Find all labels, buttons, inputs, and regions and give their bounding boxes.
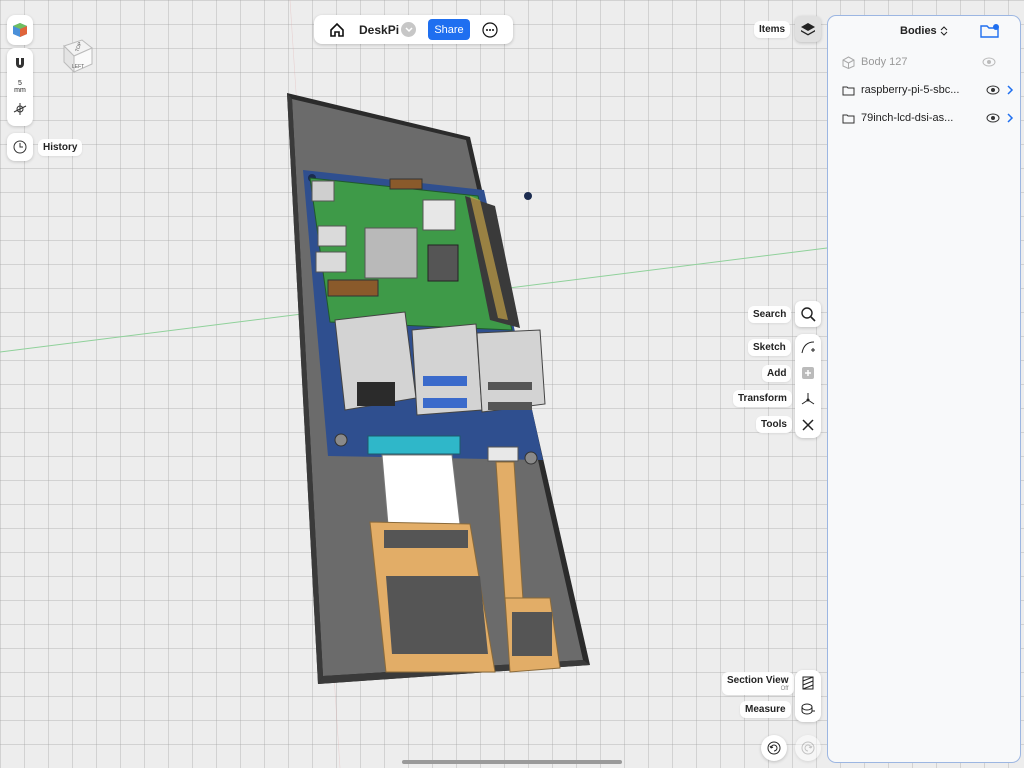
items-label[interactable]: Items xyxy=(754,21,791,38)
document-toolbar: DeskPi Share xyxy=(314,15,513,44)
history-clock-icon[interactable] xyxy=(7,134,33,160)
magnet-icon[interactable] xyxy=(7,50,33,76)
search-button[interactable] xyxy=(795,301,821,327)
origin-icon[interactable] xyxy=(7,96,33,122)
redo-icon xyxy=(801,741,815,755)
ribbon-cable xyxy=(381,454,461,526)
body-row-body-127[interactable]: Body 127 xyxy=(842,52,1014,72)
raspberry-pi-board[interactable] xyxy=(309,177,520,331)
sort-chevron-icon xyxy=(940,26,948,36)
redo-button[interactable] xyxy=(795,735,821,761)
share-button[interactable]: Share xyxy=(428,19,470,40)
undo-icon xyxy=(767,741,781,755)
home-indicator[interactable] xyxy=(402,760,622,764)
app-menu-group xyxy=(7,15,33,45)
visibility-eye-icon[interactable] xyxy=(986,113,1000,123)
app-cube-icon[interactable] xyxy=(7,17,33,43)
dsi-connector xyxy=(367,435,461,455)
sketch-curve-icon[interactable] xyxy=(795,334,821,360)
items-layers-button[interactable] xyxy=(795,16,821,42)
unit-value[interactable]: 5 xyxy=(7,80,33,87)
folder-row-label: raspberry-pi-5-sbc... xyxy=(861,84,960,96)
history-label[interactable]: History xyxy=(38,139,83,156)
visibility-hidden-icon[interactable] xyxy=(982,57,996,67)
transform-label[interactable]: Transform xyxy=(733,390,792,407)
section-view-state: Off xyxy=(780,686,789,692)
section-view-label[interactable]: Section View Off xyxy=(722,672,794,695)
body-row-label: Body 127 xyxy=(861,56,908,68)
visibility-eye-icon[interactable] xyxy=(986,85,1000,95)
section-view-title: Section View xyxy=(727,675,789,686)
usb-port-left[interactable] xyxy=(411,323,483,416)
folder-icon xyxy=(842,86,855,95)
bodies-title[interactable]: Bodies xyxy=(900,25,948,37)
tools-label[interactable]: Tools xyxy=(756,416,792,433)
measure-tape-icon[interactable] xyxy=(795,696,821,722)
bodies-panel: Bodies Body 127 raspberry-pi-5-sbc... 79… xyxy=(827,15,1021,763)
undo-button[interactable] xyxy=(761,735,787,761)
view-cube[interactable]: TOP LEFT xyxy=(60,38,96,76)
section-view-icon[interactable] xyxy=(795,670,821,696)
usb-port-right[interactable] xyxy=(476,329,546,413)
new-folder-icon[interactable] xyxy=(980,23,1000,44)
snap-group: 5 mm xyxy=(7,48,33,126)
bodies-title-text: Bodies xyxy=(900,25,937,37)
more-options-icon[interactable] xyxy=(477,17,503,43)
add-plus-icon[interactable] xyxy=(795,360,821,386)
chevron-right-icon[interactable] xyxy=(1006,113,1014,123)
measure-label[interactable]: Measure xyxy=(740,701,791,718)
folder-row-lcd-dsi[interactable]: 79inch-lcd-dsi-as... xyxy=(842,108,1014,128)
chevron-right-icon[interactable] xyxy=(1006,85,1014,95)
history-group xyxy=(7,133,33,161)
add-label[interactable]: Add xyxy=(762,365,792,382)
search-label[interactable]: Search xyxy=(748,306,792,323)
unit-label: mm xyxy=(14,87,26,94)
search-icon xyxy=(801,307,816,322)
transform-axes-icon[interactable] xyxy=(795,386,821,412)
viewcube-left-label: LEFT xyxy=(72,64,85,70)
folder-icon xyxy=(842,114,855,123)
title-chevron-down-icon[interactable] xyxy=(401,22,416,37)
folder-row-raspberry-pi[interactable]: raspberry-pi-5-sbc... xyxy=(842,80,1014,100)
layers-icon xyxy=(801,23,815,36)
inspect-tools-group xyxy=(795,670,821,722)
document-title[interactable]: DeskPi xyxy=(359,23,399,37)
home-icon[interactable] xyxy=(324,17,350,43)
ethernet-port[interactable] xyxy=(334,311,417,411)
body-cube-icon xyxy=(842,55,855,69)
folder-row-label: 79inch-lcd-dsi-as... xyxy=(861,112,954,124)
sketch-label[interactable]: Sketch xyxy=(748,339,791,356)
tools-wrench-icon[interactable] xyxy=(795,412,821,438)
create-tools-group xyxy=(795,334,821,438)
